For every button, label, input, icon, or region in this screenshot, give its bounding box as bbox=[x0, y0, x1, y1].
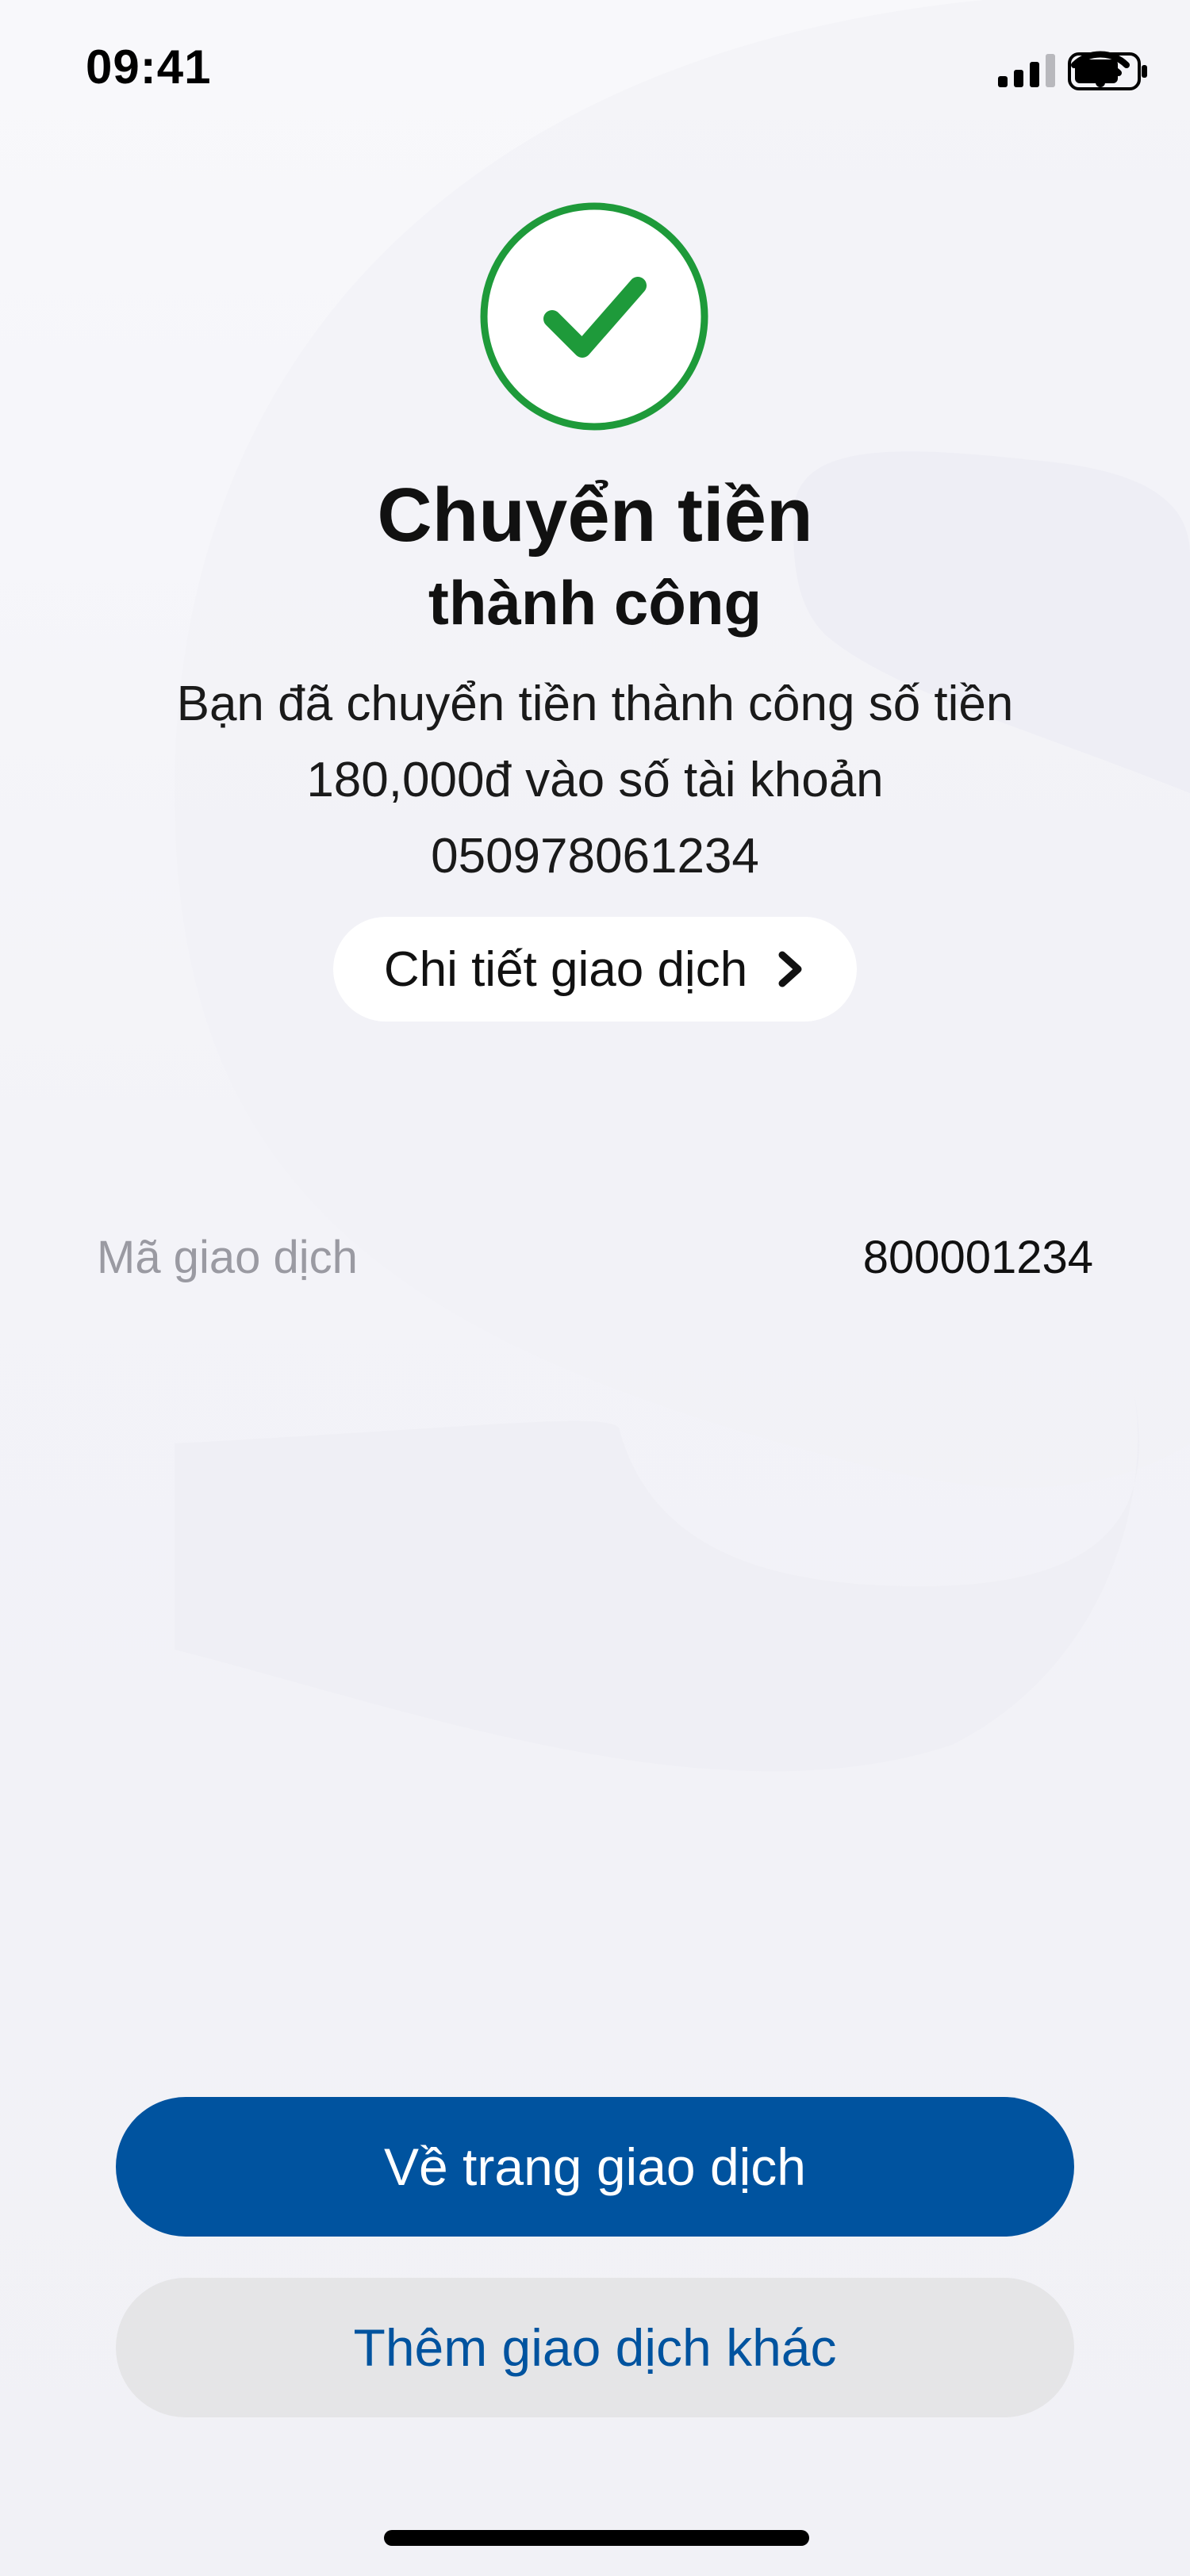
back-to-transactions-button[interactable]: Về trang giao dịch bbox=[116, 2097, 1074, 2237]
cellular-signal-icon bbox=[998, 54, 1055, 87]
payment-success-screen: 09:41 Chuyển tiền thành công Bạn đã chuy… bbox=[0, 0, 1190, 2576]
message-line: 180,000đ vào số tài khoản bbox=[306, 753, 884, 807]
message-line: Bạn đã chuyển tiền thành công số tiền bbox=[176, 677, 1014, 731]
transaction-details-label: Chi tiết giao dịch bbox=[383, 941, 748, 997]
success-title: Chuyển tiền bbox=[377, 473, 813, 558]
success-subtitle: thành công bbox=[428, 568, 762, 638]
transaction-details-link[interactable]: Chi tiết giao dịch bbox=[333, 917, 857, 1022]
success-message: Bạn đã chuyển tiền thành công số tiền 18… bbox=[95, 666, 1095, 895]
checkmark-circle-icon bbox=[480, 202, 708, 431]
transaction-id-value: 800001234 bbox=[862, 1231, 1093, 1283]
status-time: 09:41 bbox=[86, 40, 212, 94]
message-line: 050978061234 bbox=[431, 829, 759, 884]
new-transaction-button[interactable]: Thêm giao dịch khác bbox=[116, 2278, 1074, 2417]
transaction-id-label: Mã giao dịch bbox=[97, 1231, 358, 1283]
chevron-right-icon bbox=[778, 951, 802, 987]
home-indicator[interactable] bbox=[384, 2530, 809, 2546]
status-bar: 09:41 bbox=[0, 0, 1190, 135]
transaction-id-row: Mã giao dịch 800001234 bbox=[97, 1221, 1093, 1293]
status-icons bbox=[895, 48, 1149, 95]
battery-icon bbox=[1068, 52, 1147, 90]
